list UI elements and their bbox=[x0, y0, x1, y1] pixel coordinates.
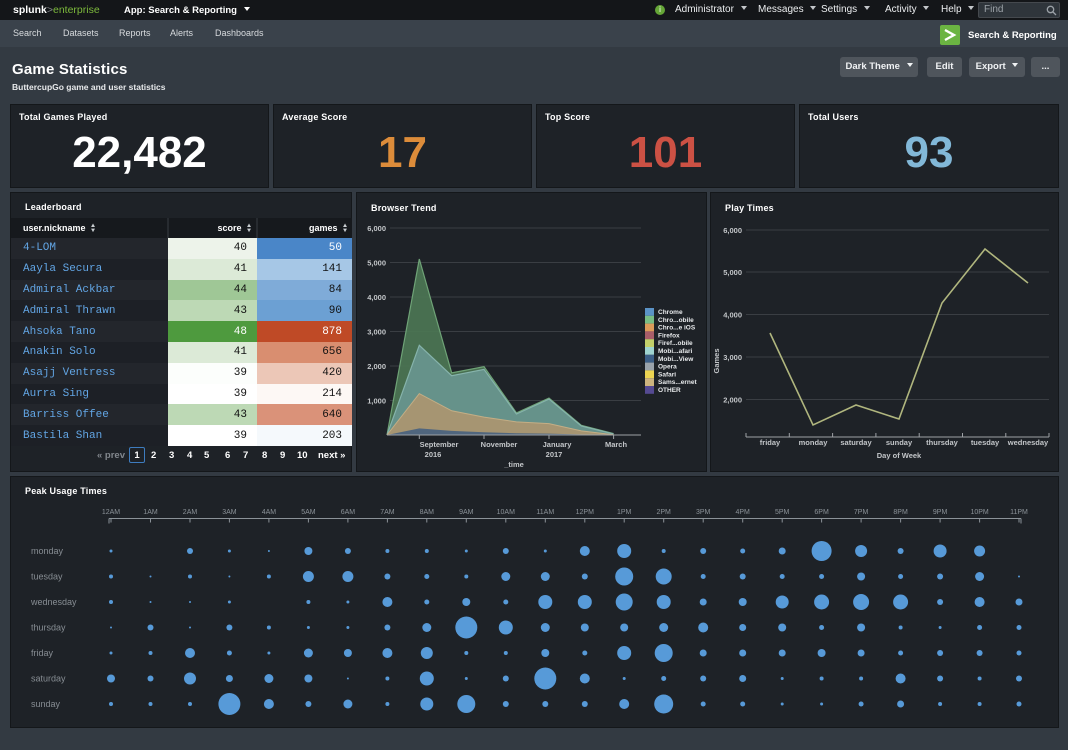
svg-text:1,000: 1,000 bbox=[367, 397, 386, 406]
svg-text:5AM: 5AM bbox=[301, 509, 316, 516]
svg-text:sunday: sunday bbox=[31, 699, 61, 709]
svg-text:Safari: Safari bbox=[658, 371, 676, 378]
svg-text:Day of Week: Day of Week bbox=[877, 451, 922, 460]
svg-text:Games: Games bbox=[712, 348, 721, 373]
svg-text:4PM: 4PM bbox=[735, 509, 750, 516]
svg-text:4AM: 4AM bbox=[262, 509, 277, 516]
svg-text:8PM: 8PM bbox=[893, 509, 908, 516]
svg-text:3PM: 3PM bbox=[696, 509, 711, 516]
svg-text:4,000: 4,000 bbox=[367, 293, 386, 302]
svg-text:6PM: 6PM bbox=[814, 509, 829, 516]
svg-text:_time: _time bbox=[503, 460, 524, 469]
svg-text:11AM: 11AM bbox=[536, 509, 554, 516]
svg-text:10AM: 10AM bbox=[497, 509, 515, 516]
svg-text:wednesday: wednesday bbox=[1007, 438, 1049, 447]
svg-text:Sams...ernet: Sams...ernet bbox=[658, 379, 697, 386]
svg-text:thursday: thursday bbox=[926, 438, 959, 447]
svg-text:12AM: 12AM bbox=[102, 509, 120, 516]
svg-text:Firef...obile: Firef...obile bbox=[658, 340, 693, 347]
svg-text:6AM: 6AM bbox=[341, 509, 356, 516]
svg-text:Firefox: Firefox bbox=[658, 332, 680, 339]
svg-text:January: January bbox=[543, 440, 573, 449]
svg-text:Mobi...View: Mobi...View bbox=[658, 356, 694, 363]
svg-text:9PM: 9PM bbox=[933, 509, 948, 516]
svg-text:monday: monday bbox=[31, 546, 64, 556]
svg-text:7AM: 7AM bbox=[380, 509, 395, 516]
svg-text:Chro...e iOS: Chro...e iOS bbox=[658, 325, 696, 332]
svg-text:12PM: 12PM bbox=[576, 509, 594, 516]
svg-text:5,000: 5,000 bbox=[723, 268, 742, 277]
svg-text:2AM: 2AM bbox=[183, 509, 198, 516]
svg-text:Chrome: Chrome bbox=[658, 309, 683, 316]
svg-text:wednesday: wednesday bbox=[30, 597, 77, 607]
svg-text:monday: monday bbox=[799, 438, 829, 447]
svg-text:2,000: 2,000 bbox=[723, 396, 742, 405]
svg-text:Chro...obile: Chro...obile bbox=[658, 317, 694, 324]
svg-text:November: November bbox=[481, 440, 518, 449]
svg-text:8AM: 8AM bbox=[420, 509, 435, 516]
svg-text:1PM: 1PM bbox=[617, 509, 632, 516]
svg-text:5PM: 5PM bbox=[775, 509, 790, 516]
svg-text:9AM: 9AM bbox=[459, 509, 474, 516]
svg-text:2016: 2016 bbox=[425, 450, 442, 459]
svg-text:4,000: 4,000 bbox=[723, 311, 742, 320]
svg-text:2PM: 2PM bbox=[656, 509, 671, 516]
svg-text:1AM: 1AM bbox=[143, 509, 158, 516]
svg-text:tuesday: tuesday bbox=[31, 572, 63, 582]
svg-text:5,000: 5,000 bbox=[367, 259, 386, 268]
svg-text:11PM: 11PM bbox=[1010, 509, 1028, 516]
svg-text:3,000: 3,000 bbox=[367, 328, 386, 337]
svg-text:2017: 2017 bbox=[546, 450, 563, 459]
svg-text:3,000: 3,000 bbox=[723, 353, 742, 362]
svg-text:sunday: sunday bbox=[886, 438, 913, 447]
svg-text:Mobi...afari: Mobi...afari bbox=[658, 348, 693, 355]
svg-text:2,000: 2,000 bbox=[367, 362, 386, 371]
svg-text:Opera: Opera bbox=[658, 364, 677, 371]
svg-text:OTHER: OTHER bbox=[658, 387, 681, 394]
svg-text:7PM: 7PM bbox=[854, 509, 869, 516]
svg-text:friday: friday bbox=[760, 438, 781, 447]
svg-text:3AM: 3AM bbox=[222, 509, 237, 516]
svg-text:March: March bbox=[605, 440, 628, 449]
svg-text:September: September bbox=[420, 440, 459, 449]
svg-text:friday: friday bbox=[31, 648, 54, 658]
svg-text:10PM: 10PM bbox=[970, 509, 988, 516]
svg-text:tuesday: tuesday bbox=[971, 438, 1000, 447]
svg-text:thursday: thursday bbox=[31, 623, 66, 633]
svg-text:saturday: saturday bbox=[31, 674, 66, 684]
svg-text:saturday: saturday bbox=[840, 438, 872, 447]
svg-text:6,000: 6,000 bbox=[367, 224, 386, 233]
svg-text:6,000: 6,000 bbox=[723, 226, 742, 235]
